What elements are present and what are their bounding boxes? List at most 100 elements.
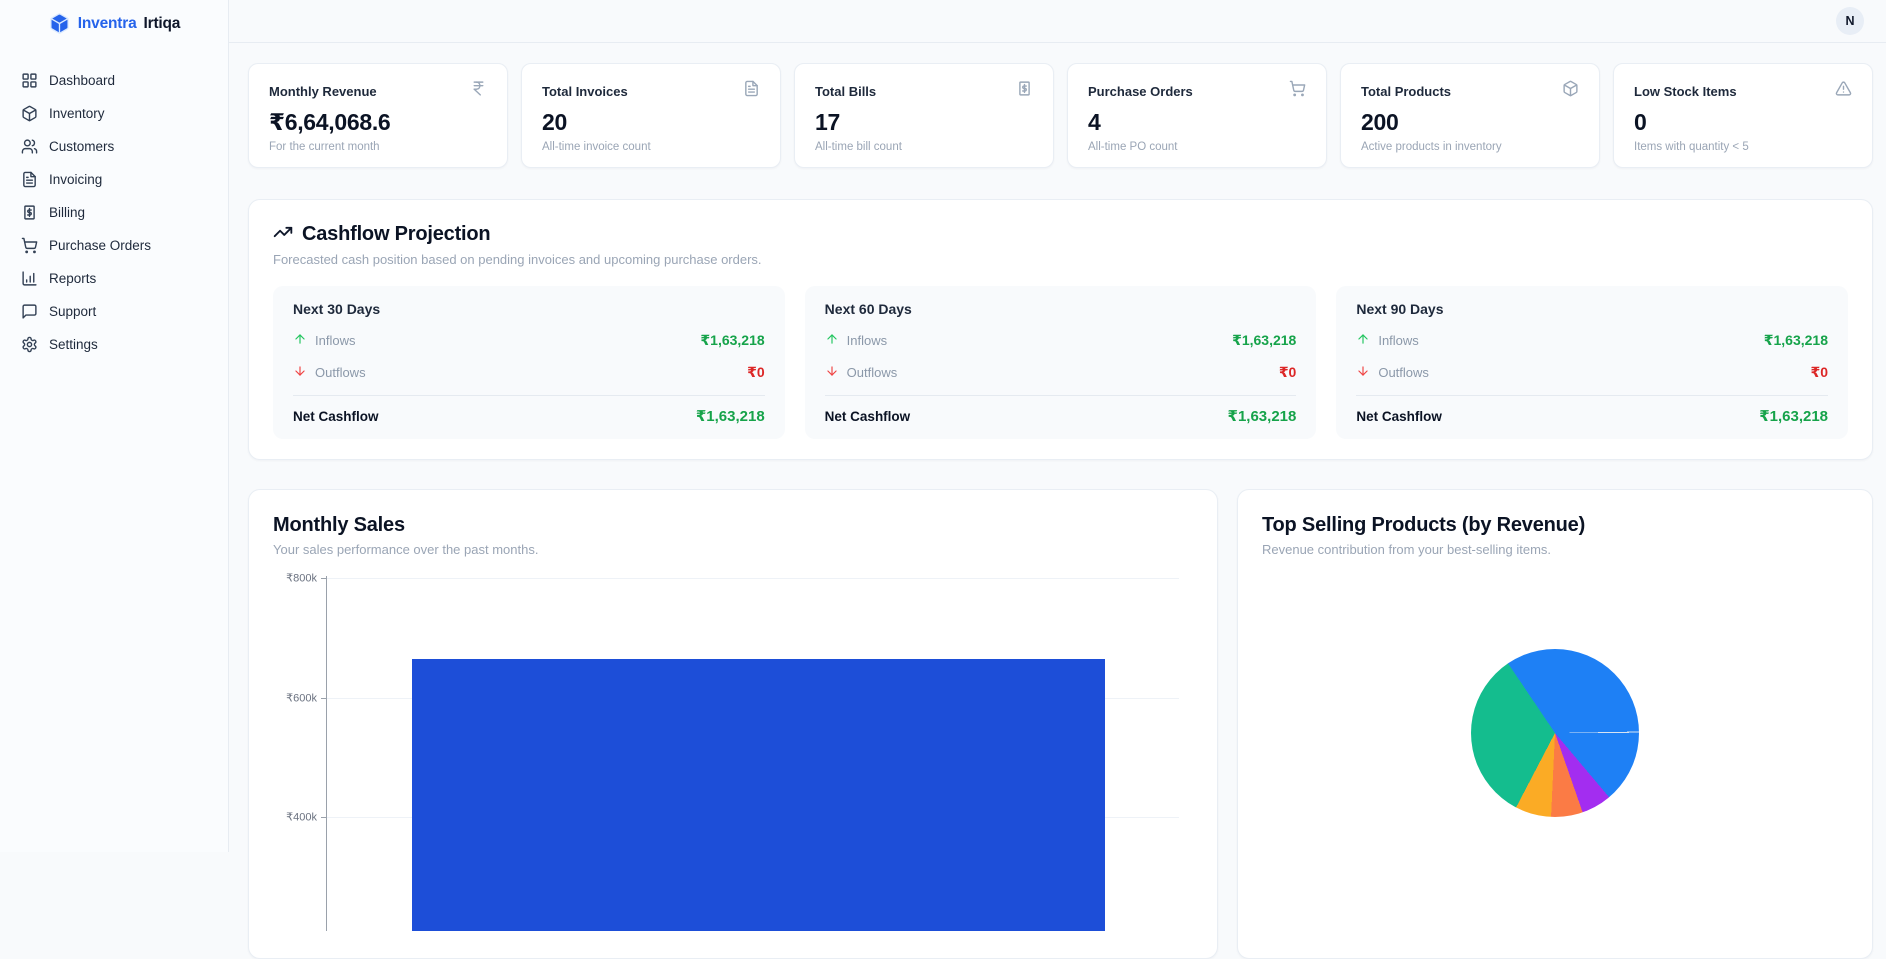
cashflow-section: Cashflow Projection Forecasted cash posi… xyxy=(248,199,1873,460)
sidebar-nav: Dashboard Inventory Customers Invoicing … xyxy=(0,64,228,361)
dashboard-content: Monthly Revenue ₹6,64,068.6 For the curr… xyxy=(229,43,1886,959)
monthly-sales-bar-chart: ₹800k ₹600k ₹400k xyxy=(273,571,1193,931)
receipt-icon xyxy=(1016,80,1033,102)
stat-card-value: 0 xyxy=(1634,109,1647,135)
period-title: Next 90 Days xyxy=(1356,301,1444,317)
divider xyxy=(1356,395,1829,396)
message-square-icon xyxy=(21,303,38,320)
sidebar-item-label: Billing xyxy=(49,205,86,220)
stat-card-total-products: Total Products 200 Active products in in… xyxy=(1340,63,1600,168)
outflows-label: Outflows xyxy=(315,365,366,380)
net-cashflow-value: ₹1,63,218 xyxy=(1759,408,1829,425)
sidebar-item-settings[interactable]: Settings xyxy=(4,328,224,361)
net-cashflow-label: Net Cashflow xyxy=(824,408,911,424)
sidebar-item-billing[interactable]: Billing xyxy=(4,196,224,229)
inflows-value: ₹1,63,218 xyxy=(700,332,765,348)
sidebar-item-inventory[interactable]: Inventory xyxy=(4,97,224,130)
inflows-value: ₹1,63,218 xyxy=(1232,332,1297,348)
sidebar-item-label: Inventory xyxy=(49,106,105,121)
y-tick-label: ₹400k xyxy=(286,811,317,824)
sidebar: Inventra Irtiqa Dashboard Inventory Cust… xyxy=(0,0,229,852)
arrow-down-icon xyxy=(1356,364,1370,381)
arrow-up-icon xyxy=(293,332,307,349)
top-products-pie-chart[interactable] xyxy=(1471,649,1639,817)
stat-card-monthly-revenue: Monthly Revenue ₹6,64,068.6 For the curr… xyxy=(248,63,508,168)
stat-card-value: 4 xyxy=(1088,109,1101,135)
shopping-cart-icon xyxy=(21,237,38,254)
cashflow-periods: Next 30 Days Inflows ₹1,63,218 Outflows … xyxy=(273,286,1849,439)
arrow-down-icon xyxy=(825,364,839,381)
inflows-label: Inflows xyxy=(846,333,888,348)
sidebar-item-reports[interactable]: Reports xyxy=(4,262,224,295)
cashflow-period-card: Next 30 Days Inflows ₹1,63,218 Outflows … xyxy=(273,286,785,439)
user-avatar[interactable]: N xyxy=(1836,7,1864,35)
stat-card-purchase-orders: Purchase Orders 4 All-time PO count xyxy=(1067,63,1327,168)
sidebar-item-label: Customers xyxy=(49,139,115,154)
arrow-down-icon xyxy=(293,364,307,381)
alert-triangle-icon xyxy=(1835,80,1852,102)
top-products-card: Top Selling Products (by Revenue) Revenu… xyxy=(1237,489,1873,959)
stat-card-low-stock-items: Low Stock Items 0 Items with quantity < … xyxy=(1613,63,1873,168)
topbar: N xyxy=(229,0,1886,43)
cashflow-title: Cashflow Projection xyxy=(302,223,491,245)
outflows-value: ₹0 xyxy=(1278,364,1297,380)
gear-icon xyxy=(21,336,38,353)
y-axis-line xyxy=(326,576,327,931)
monthly-sales-subtitle: Your sales performance over the past mon… xyxy=(273,542,539,557)
top-products-title: Top Selling Products (by Revenue) xyxy=(1262,514,1586,536)
sidebar-item-customers[interactable]: Customers xyxy=(4,130,224,163)
sidebar-item-dashboard[interactable]: Dashboard xyxy=(4,64,224,97)
sales-bar[interactable] xyxy=(412,659,1105,931)
stat-card-title: Monthly Revenue xyxy=(269,83,377,99)
sidebar-item-purchase-orders[interactable]: Purchase Orders xyxy=(4,229,224,262)
net-cashflow-value: ₹1,63,218 xyxy=(1227,408,1297,425)
cashflow-subtitle: Forecasted cash position based on pendin… xyxy=(273,252,762,267)
inflows-value: ₹1,63,218 xyxy=(1763,332,1829,348)
monthly-sales-title: Monthly Sales xyxy=(273,514,405,536)
inflows-label: Inflows xyxy=(1378,333,1419,348)
outflows-value: ₹0 xyxy=(1810,364,1829,380)
package-icon xyxy=(1562,80,1579,102)
brand: Inventra Irtiqa xyxy=(0,0,228,34)
stats-row: Monthly Revenue ₹6,64,068.6 For the curr… xyxy=(248,63,1873,168)
main-area: N Monthly Revenue ₹6,64,068.6 For the cu… xyxy=(229,0,1886,959)
stat-card-subtitle: Items with quantity < 5 xyxy=(1634,141,1749,153)
y-tick-label: ₹600k xyxy=(286,692,317,704)
arrow-up-icon xyxy=(825,332,839,349)
cashflow-period-card: Next 90 Days Inflows ₹1,63,218 Outflows … xyxy=(1336,286,1849,439)
stat-card-subtitle: For the current month xyxy=(269,141,380,153)
stat-card-value: ₹6,64,068.6 xyxy=(269,109,391,135)
sidebar-item-label: Reports xyxy=(49,271,97,286)
shopping-cart-icon xyxy=(1289,80,1306,102)
stat-card-title: Purchase Orders xyxy=(1088,83,1193,99)
stat-card-value: 200 xyxy=(1361,109,1399,135)
stat-card-subtitle: Active products in inventory xyxy=(1361,141,1502,153)
stat-card-total-invoices: Total Invoices 20 All-time invoice count xyxy=(521,63,781,168)
stat-card-total-bills: Total Bills 17 All-time bill count xyxy=(794,63,1054,168)
trending-up-icon xyxy=(273,222,293,247)
divider xyxy=(824,395,1297,396)
sidebar-item-invoicing[interactable]: Invoicing xyxy=(4,163,224,196)
stat-card-title: Total Products xyxy=(1361,83,1452,99)
net-cashflow-label: Net Cashflow xyxy=(1356,408,1442,424)
net-cashflow-label: Net Cashflow xyxy=(293,408,379,424)
outflows-value: ₹0 xyxy=(747,364,765,380)
sidebar-item-support[interactable]: Support xyxy=(4,295,224,328)
gridline xyxy=(327,578,1179,579)
cashflow-period-card: Next 60 Days Inflows ₹1,63,218 Outflows … xyxy=(804,286,1317,439)
receipt-icon xyxy=(21,204,38,221)
divider xyxy=(293,395,765,396)
sidebar-item-label: Invoicing xyxy=(49,172,103,187)
brand-name-secondary: Irtiqa xyxy=(143,14,181,32)
charts-row: Monthly Sales Your sales performance ove… xyxy=(248,489,1873,959)
outflows-label: Outflows xyxy=(846,365,898,380)
sidebar-item-label: Purchase Orders xyxy=(49,238,152,253)
period-title: Next 60 Days xyxy=(824,301,912,317)
stat-card-title: Low Stock Items xyxy=(1634,83,1737,99)
bar-chart-icon xyxy=(21,270,38,287)
stat-card-title: Total Bills xyxy=(815,83,877,99)
inflows-label: Inflows xyxy=(315,333,356,348)
period-title: Next 30 Days xyxy=(293,301,381,317)
stat-card-value: 17 xyxy=(815,109,840,135)
stat-card-subtitle: All-time bill count xyxy=(815,141,902,153)
